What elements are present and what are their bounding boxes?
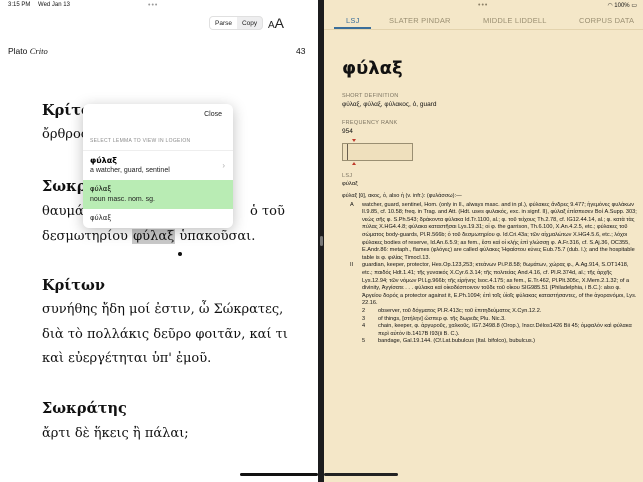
source-label: LSJ bbox=[342, 173, 353, 179]
multitasking-dots[interactable]: ••• bbox=[478, 2, 488, 9]
status-date: Wed Jan 13 bbox=[38, 2, 70, 8]
font-larger-button[interactable]: A bbox=[275, 15, 284, 31]
wifi-icon: ◠ bbox=[607, 3, 613, 9]
dictionary-tabs: LSJ SLATER PINDAR MIDDLE LIDDELL CORPUS … bbox=[332, 16, 637, 30]
lemma-gloss: a watcher, guard, sentinel bbox=[90, 167, 170, 174]
battery-percent: 100% bbox=[614, 3, 630, 9]
sense: 5 bandage, Gal.19.144. (Cf.Lat.bubulcus … bbox=[342, 338, 638, 346]
lemma-word: φύλαξ bbox=[90, 156, 117, 165]
sense-number: 5 bbox=[362, 338, 366, 345]
parse-copy-segmented-control[interactable]: Parse Copy bbox=[209, 16, 264, 30]
sense: A watcher, guard, sentinel, Hom. (only i… bbox=[342, 202, 638, 263]
text-line-tail[interactable]: ὁ τοῦ bbox=[250, 204, 285, 219]
sense-number: A bbox=[350, 201, 354, 208]
speaker-name: Κρίτων bbox=[42, 277, 105, 294]
sense: II guardian, keeper, protector, Hes.Op.1… bbox=[342, 262, 638, 308]
text-line[interactable]: ἄρτι δὲ ἥκεις ἢ πάλαι; bbox=[42, 426, 189, 441]
frequency-rank: 954 bbox=[342, 128, 353, 135]
tabs-divider bbox=[324, 29, 643, 30]
sense: 2 observer, τοῦ δόγματος Pl.R.413c; τοῦ … bbox=[342, 308, 638, 316]
status-bar-left: 3:15 PM Wed Jan 13 bbox=[8, 2, 76, 8]
sense-text[interactable]: watcher, guard, sentinel, Hom. (only in … bbox=[352, 202, 638, 263]
text-word[interactable]: δεσμωτηρίου bbox=[42, 229, 128, 244]
work-name: Crito bbox=[29, 46, 48, 56]
status-time: 3:15 PM bbox=[8, 2, 31, 8]
lemma-option[interactable]: φύλαξ bbox=[90, 214, 111, 222]
sense: 3 of things, [στήλην] ὥσπερ φ. τῆς δωρεᾶ… bbox=[342, 316, 638, 324]
chevron-right-icon: › bbox=[222, 161, 225, 170]
sense: 4 chain, keeper, φ. ἀργυροῦς, χαλκοῦς, I… bbox=[342, 323, 638, 338]
parse-button[interactable]: Parse bbox=[210, 17, 237, 29]
tab-lsj[interactable]: LSJ bbox=[346, 16, 360, 25]
text-word[interactable]: ὑπακοῦσαι. bbox=[179, 229, 255, 244]
text-line[interactable]: καὶ εὐεργέτηται ὑπ' ἐμοῦ. bbox=[42, 351, 211, 366]
selected-word[interactable]: φύλαξ bbox=[132, 229, 176, 244]
short-definition-label: SHORT DEFINITION bbox=[342, 93, 399, 99]
entry-intro: φύλαξ [ῠ], ακος, ὁ, also ἡ (v. infr.): (… bbox=[342, 193, 462, 199]
sense-number: 4 bbox=[362, 323, 366, 330]
dictionary-pane: ••• ◠ 100% ▭ LSJ SLATER PINDAR MIDDLE LI… bbox=[324, 0, 643, 482]
tab-slater-pindar[interactable]: SLATER PINDAR bbox=[389, 16, 451, 25]
font-size-control[interactable]: AA bbox=[268, 15, 284, 31]
selection-end-handle[interactable] bbox=[178, 252, 182, 256]
reader-pane: 3:15 PM Wed Jan 13 ••• Parse Copy AA Pla… bbox=[0, 0, 318, 482]
speaker-name: Σωκράτης bbox=[42, 400, 127, 417]
text-line[interactable]: ὄρθρος bbox=[42, 127, 88, 142]
work-title: Plato Crito bbox=[8, 46, 48, 56]
sense-text[interactable]: guardian, keeper, protector, Hes.Op.123,… bbox=[352, 262, 638, 308]
tab-corpus-data[interactable]: CORPUS DATA bbox=[579, 16, 634, 25]
popup-header: SELECT LEMMA TO VIEW IN LOGEION bbox=[90, 138, 191, 144]
sense-text[interactable]: chain, keeper, φ. ἀργυροῦς, χαλκοῦς, IG7… bbox=[362, 323, 638, 338]
battery-icon: ▭ bbox=[631, 3, 637, 9]
home-indicator[interactable] bbox=[324, 473, 398, 476]
frequency-marker-top bbox=[352, 139, 356, 142]
text-line[interactable]: συνήθης ἤδη μοί ἐστιν, ὦ Σώκρατες, bbox=[42, 302, 283, 317]
multitasking-dots[interactable]: ••• bbox=[148, 2, 158, 9]
sense-number: 3 bbox=[362, 315, 366, 322]
source-word: φύλαξ bbox=[342, 181, 358, 187]
sense-text[interactable]: of things, [στήλην] ὥσπερ φ. τῆς δωρεᾶς … bbox=[362, 316, 638, 324]
text-line[interactable]: δεσμωτηρίου φύλαξ ὑπακοῦσαι. bbox=[42, 229, 255, 244]
lemma-word: φύλαξ bbox=[90, 185, 112, 193]
lemma-option-selected[interactable]: φύλαξ noun masc. nom. sg. bbox=[83, 180, 233, 209]
short-definition: φύλαξ, φύλαξ, φύλακος, ὁ, guard bbox=[342, 101, 437, 108]
tab-middle-liddell[interactable]: MIDDLE LIDDELL bbox=[483, 16, 547, 25]
lemma-parse: noun masc. nom. sg. bbox=[90, 196, 155, 203]
home-indicator[interactable] bbox=[240, 473, 318, 476]
frequency-marker-bottom bbox=[352, 162, 356, 165]
sense-number: II bbox=[350, 262, 354, 269]
author-name: Plato bbox=[8, 46, 28, 56]
text-line[interactable]: διὰ τὸ πολλάκις δεῦρο φοιτᾶν, καί τι bbox=[42, 327, 288, 342]
copy-button[interactable]: Copy bbox=[237, 17, 262, 29]
popup-close-button[interactable]: Close bbox=[204, 111, 222, 118]
divider-grab-handle[interactable] bbox=[319, 236, 323, 246]
status-bar-right: ◠ 100% ▭ bbox=[607, 2, 637, 9]
sense-text[interactable]: bandage, Gal.19.144. (Cf.Lat.bubulcus (I… bbox=[362, 338, 638, 346]
lemma-option[interactable]: φύλαξ a watcher, guard, sentinel › bbox=[83, 150, 233, 180]
sense-number: 2 bbox=[362, 307, 366, 314]
frequency-tick bbox=[347, 144, 348, 160]
frequency-rank-label: FREQUENCY RANK bbox=[342, 120, 398, 126]
page-number: 43 bbox=[296, 46, 306, 56]
lemma-popup: Close SELECT LEMMA TO VIEW IN LOGEION φύ… bbox=[83, 104, 233, 228]
lemma-heading: φύλαξ bbox=[342, 58, 403, 79]
sense-text[interactable]: observer, τοῦ δόγματος Pl.R.413c; τοῦ ἐπ… bbox=[362, 308, 638, 316]
font-smaller-button[interactable]: A bbox=[268, 20, 275, 31]
lsj-entry: φύλαξ [ῠ], ακος, ὁ, also ἡ (v. infr.): (… bbox=[342, 193, 638, 346]
frequency-bar bbox=[342, 143, 413, 161]
